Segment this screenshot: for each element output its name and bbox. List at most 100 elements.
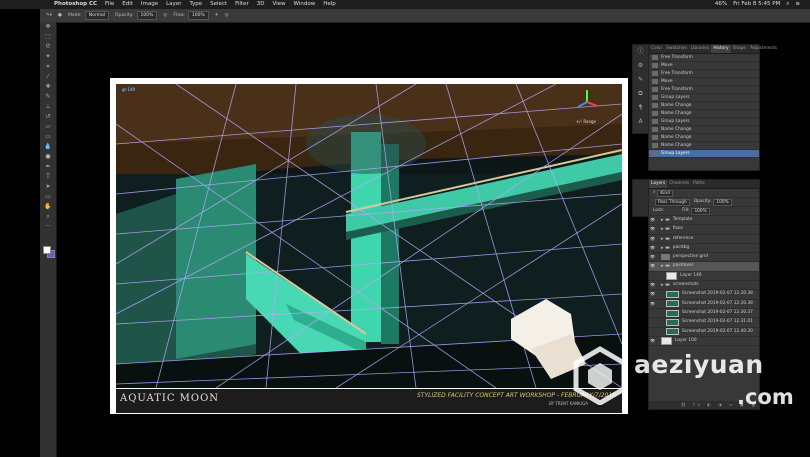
menu-help[interactable]: Help (323, 0, 336, 9)
clock[interactable]: Fri Feb 8 5:45 PM (733, 0, 780, 9)
layer-opacity-field[interactable]: 100% (713, 198, 732, 206)
menu-edit[interactable]: Edit (122, 0, 133, 9)
visibility-eye-icon[interactable]: 👁 (649, 281, 656, 289)
layer-row[interactable]: Screenshot 2019-02-07 12.30.37 (649, 309, 759, 319)
visibility-eye-icon[interactable]: 👁 (649, 244, 656, 252)
crop-tool-icon[interactable]: ⌗ (40, 62, 56, 72)
history-item[interactable]: Move (649, 78, 759, 86)
stamp-tool-icon[interactable]: ⊥ (40, 102, 56, 112)
pressure-size-icon[interactable]: ◎ (225, 9, 229, 22)
quick-select-tool-icon[interactable]: ✦ (40, 52, 56, 62)
layer-row[interactable]: Screenshot 2019-02-07 12.40.30 (649, 328, 759, 337)
gradient-tool-icon[interactable]: ▭ (40, 132, 56, 142)
history-item[interactable]: Move (649, 62, 759, 70)
flow-field[interactable]: 100% (187, 11, 209, 20)
battery-percent[interactable]: 46% (715, 0, 727, 9)
layer-row[interactable]: 👁 ▸ ▬ paintbg (649, 244, 759, 254)
blend-mode-select[interactable]: Pass Through (655, 198, 690, 206)
layer-row[interactable]: 👁 Screenshot 2019-02-07 12.30.38 (649, 300, 759, 309)
clone-source-icon[interactable]: ⧉ (633, 87, 648, 101)
mode-select[interactable]: Normal (84, 11, 110, 20)
menu-3d[interactable]: 3D (257, 0, 265, 9)
history-item[interactable]: Group Layers (649, 118, 759, 126)
menu-window[interactable]: Window (294, 0, 316, 9)
history-item[interactable]: Name Change (649, 134, 759, 142)
visibility-eye-icon[interactable]: 👁 (649, 290, 656, 298)
menu-image[interactable]: Image (141, 0, 158, 9)
zoom-tool-icon[interactable]: ⌕ (40, 212, 56, 222)
history-item-selected[interactable]: Group Layers (649, 150, 759, 158)
layer-row[interactable]: 👁 ▸ ▬ screenshots (649, 281, 759, 291)
search-icon[interactable]: ⌕ (786, 0, 789, 9)
menu-layer[interactable]: Layer (166, 0, 181, 9)
visibility-eye-icon[interactable]: 👁 (649, 235, 656, 243)
visibility-eye-icon[interactable]: 👁 (649, 225, 656, 233)
more-tools-icon[interactable]: ··· (40, 222, 56, 232)
menu-type[interactable]: Type (189, 0, 202, 9)
brush-tool-icon[interactable]: ✎▾ (46, 9, 52, 22)
layer-row[interactable]: 👁 perspective grid (649, 253, 759, 263)
foreground-color-swatch[interactable] (43, 246, 51, 254)
eyedropper-tool-icon[interactable]: ⁄ (40, 72, 56, 82)
layer-row[interactable]: 👁 ▸ ▬ fixes (649, 225, 759, 235)
document-canvas[interactable]: gr-149 +/- Range (116, 84, 622, 388)
type-tool-icon[interactable]: T (40, 172, 56, 182)
layer-row[interactable]: 👁 ▸ ▬ paintover (649, 262, 759, 272)
blur-tool-icon[interactable]: 💧 (40, 142, 56, 152)
tab-libraries[interactable]: Libraries (689, 45, 712, 53)
history-brush-tool-icon[interactable]: ↺ (40, 112, 56, 122)
tab-channels[interactable]: Channels (667, 180, 691, 188)
tab-history[interactable]: History (711, 45, 731, 53)
layer-row[interactable]: 👁 ▸ ▬ reference (649, 235, 759, 244)
history-item[interactable]: Group Layers (649, 94, 759, 102)
menu-filter[interactable]: Filter (235, 0, 249, 9)
brush-size-icon[interactable]: ● (58, 9, 62, 22)
menu-file[interactable]: File (105, 0, 114, 9)
visibility-eye-icon[interactable]: 👁 (649, 216, 656, 224)
pressure-opacity-icon[interactable]: ◎ (163, 9, 167, 22)
history-item[interactable]: Free Transform (649, 86, 759, 94)
glyph-icon[interactable]: A (633, 115, 648, 129)
history-item[interactable]: Name Change (649, 126, 759, 134)
visibility-eye-icon[interactable]: 👁 (649, 253, 656, 261)
path-select-tool-icon[interactable]: ➤ (40, 182, 56, 192)
tab-shape[interactable]: Shape (731, 45, 748, 53)
history-item[interactable]: Name Change (649, 102, 759, 110)
healing-tool-icon[interactable]: ✚ (40, 82, 56, 92)
layer-filter-select[interactable]: Kind (657, 189, 673, 197)
marquee-tool-icon[interactable]: ⬚ (40, 32, 56, 42)
menu-select[interactable]: Select (210, 0, 227, 9)
menu-list-icon[interactable]: ≡ (795, 0, 800, 9)
history-item[interactable]: Free Transform (649, 54, 759, 62)
tab-color[interactable]: Color (649, 45, 664, 53)
tab-adjustments[interactable]: Adjustments (748, 45, 779, 53)
brush-settings-icon[interactable]: ✎ (633, 73, 648, 87)
history-item[interactable]: Name Change (649, 110, 759, 118)
layer-row[interactable]: Layer 146 (649, 271, 759, 282)
history-item[interactable]: Name Change (649, 142, 759, 150)
airbrush-icon[interactable]: ✈ (215, 9, 219, 22)
layer-row[interactable]: 👁 Layer 100 (649, 337, 759, 347)
dodge-tool-icon[interactable]: ● (40, 152, 56, 162)
tab-swatches[interactable]: Swatches (664, 45, 689, 53)
layer-row[interactable]: Screenshot 2019-02-07 12.31.01 (649, 318, 759, 328)
visibility-eye-icon[interactable]: 👁 (649, 300, 656, 308)
lasso-tool-icon[interactable]: ᘓ (40, 42, 56, 52)
visibility-eye-icon[interactable]: 👁 (649, 262, 656, 270)
layer-row[interactable]: 👁 ▸ ▬ Template (649, 216, 759, 226)
layer-row[interactable]: 👁 Screenshot 2019-02-07 12.30.38 (649, 290, 759, 300)
adjust-icon[interactable]: ⚙ (633, 59, 648, 73)
hand-tool-icon[interactable]: ✋ (40, 202, 56, 212)
info-icon[interactable]: ⓘ (633, 45, 648, 59)
eraser-tool-icon[interactable]: ▱ (40, 122, 56, 132)
menu-app-name[interactable]: Photoshop CC (54, 0, 97, 9)
pen-tool-icon[interactable]: ✒ (40, 162, 56, 172)
fill-field[interactable]: 100% (691, 207, 710, 215)
opacity-field[interactable]: 100% (136, 11, 158, 20)
paragraph-icon[interactable]: ¶ (633, 101, 648, 115)
menu-view[interactable]: View (272, 0, 285, 9)
history-item[interactable]: Free Transform (649, 70, 759, 78)
tab-paths[interactable]: Paths (691, 180, 707, 188)
rectangle-tool-icon[interactable]: ▭ (40, 192, 56, 202)
move-tool-icon[interactable]: ✥ (40, 22, 56, 32)
